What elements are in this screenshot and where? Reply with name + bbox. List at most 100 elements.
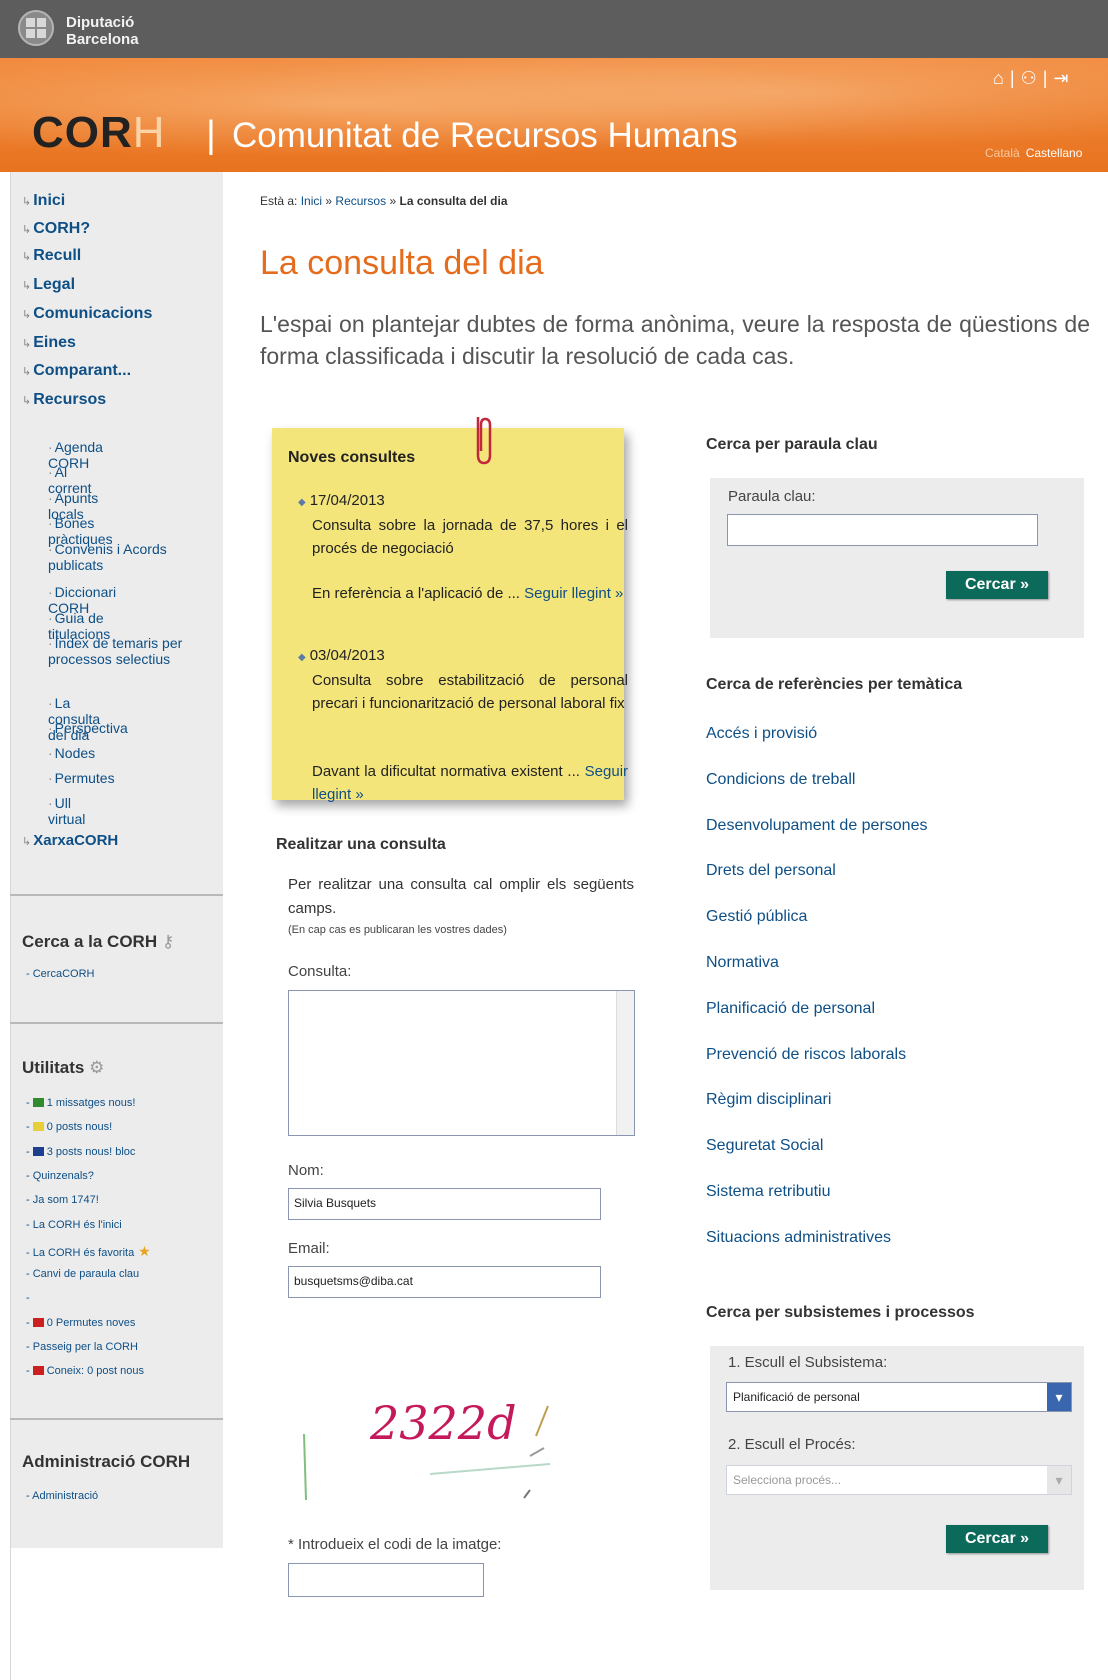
note-entry-title[interactable]: Consulta sobre la jornada de 37,5 hores … — [312, 514, 628, 560]
consulta-textarea[interactable] — [288, 990, 635, 1136]
bullet-icon: · — [48, 584, 53, 600]
process-select[interactable]: Selecciona procés... ▾ — [726, 1465, 1072, 1495]
utility-label: 3 posts nous! bloc — [46, 1146, 136, 1158]
nav-arrow-icon: ↳ — [22, 224, 32, 236]
subnav-nodes[interactable]: · Nodes — [48, 745, 95, 761]
utility-link[interactable]: - Coneix: 0 post nous — [26, 1365, 144, 1377]
bullet-icon: · — [48, 695, 53, 711]
utility-link[interactable]: - Quinzenals? — [26, 1170, 94, 1182]
breadcrumb-sep: » — [325, 194, 333, 208]
subnav-label: Perspectiva — [54, 720, 128, 736]
nav-item-inici[interactable]: ↳ Inici — [22, 192, 65, 210]
theme-link[interactable]: Accés i provisió — [706, 725, 817, 743]
top-bar: Diputació Barcelona — [0, 0, 1108, 58]
utility-link[interactable]: - La CORH és favorita ★ — [26, 1243, 151, 1260]
sitemap-icon[interactable]: ⚇ — [1021, 68, 1037, 88]
subnav-index-temaris[interactable]: · Índex de temaris per processos selectiu… — [48, 635, 208, 667]
utility-link[interactable]: - 0 Permutes noves — [26, 1317, 135, 1329]
nav-arrow-icon: ↳ — [22, 366, 32, 378]
keyword-search-button[interactable]: Cercar » — [946, 571, 1048, 599]
nav-item-comparant[interactable]: ↳ Comparant... — [22, 362, 131, 380]
subsystem-select[interactable]: Planificació de personal ▾ — [726, 1382, 1072, 1412]
utility-link[interactable]: - Passeig per la CORH — [26, 1341, 138, 1353]
nav-item-legal[interactable]: ↳ Legal — [22, 276, 75, 294]
theme-link[interactable]: Desenvolupament de persones — [706, 817, 927, 835]
theme-link[interactable]: Seguretat Social — [706, 1137, 823, 1155]
subnav-perspectiva[interactable]: · Perspectiva — [48, 720, 128, 736]
utility-link: - — [26, 1292, 30, 1304]
nav-item-recursos[interactable]: ↳ Recursos — [22, 391, 106, 409]
subnav-ull-virtual[interactable]: · Ull virtual — [48, 795, 85, 827]
theme-link[interactable]: Condicions de treball — [706, 771, 855, 789]
flag-icon — [32, 1318, 44, 1327]
captcha-input[interactable] — [288, 1563, 484, 1597]
flag-icon — [32, 1122, 44, 1131]
flag-icon — [32, 1147, 44, 1156]
subnav-permutes[interactable]: · Permutes — [48, 770, 115, 786]
nav-arrow-icon: ↳ — [22, 338, 32, 350]
language-switch: Català Castellano — [985, 146, 1082, 160]
theme-link[interactable]: Drets del personal — [706, 862, 836, 880]
nav-item-eines[interactable]: ↳ Eines — [22, 334, 76, 352]
corh-logo[interactable]: CORH — [32, 108, 166, 158]
utility-label: Quinzenals? — [32, 1170, 94, 1182]
nav-arrow-icon: ↳ — [22, 196, 32, 208]
nav-item-comunicacions[interactable]: ↳ Comunicacions — [22, 305, 152, 323]
lang-catala[interactable]: Català — [985, 146, 1020, 160]
theme-link[interactable]: Situacions administratives — [706, 1229, 891, 1247]
home-icon[interactable]: ⌂ — [993, 68, 1004, 88]
theme-link[interactable]: Règim disciplinari — [706, 1091, 831, 1109]
theme-link[interactable]: Planificació de personal — [706, 1000, 875, 1018]
theme-link[interactable]: Prevenció de riscos laborals — [706, 1046, 906, 1064]
theme-link[interactable]: Normativa — [706, 954, 779, 972]
site-banner: CORH | Comunitat de Recursos Humans ⌂ | ⚇ |… — [0, 58, 1108, 172]
page-border — [10, 172, 11, 1680]
subsystem-search-button[interactable]: Cercar » — [946, 1525, 1048, 1553]
utility-link[interactable]: - 0 posts nous! — [26, 1121, 112, 1133]
nav-item-recull[interactable]: ↳ Recull — [22, 247, 81, 265]
org-name[interactable]: Diputació Barcelona — [66, 14, 139, 48]
diputacio-logo[interactable] — [18, 10, 54, 46]
chevron-down-icon[interactable]: ▾ — [1047, 1383, 1071, 1411]
note-entry-excerpt: En referència a l'aplicació de ... Segui… — [312, 582, 628, 605]
bullet-icon: · — [48, 490, 53, 506]
sidebar-divider — [10, 1022, 223, 1024]
nav-item-corh[interactable]: ↳ CORH? — [22, 220, 90, 238]
read-more-link[interactable]: Seguir llegint » — [524, 585, 623, 602]
subnav-label: Ull virtual — [48, 795, 86, 827]
admin-link-label: Administració — [32, 1490, 99, 1502]
theme-link[interactable]: Sistema retributiu — [706, 1183, 831, 1201]
nav-item-xarxacorh[interactable]: ↳ XarxaCORH — [22, 832, 118, 849]
process-placeholder: Selecciona procés... — [733, 1473, 842, 1487]
utility-link[interactable]: - La CORH és l'inici — [26, 1219, 122, 1231]
subnav-convenis[interactable]: · Convenis i Acords publicats — [48, 541, 208, 573]
sidebar-divider — [10, 894, 223, 896]
email-field[interactable]: busquetsms@diba.cat — [288, 1266, 601, 1298]
email-label: Email: — [288, 1240, 330, 1257]
utility-link[interactable]: - 3 posts nous! bloc — [26, 1146, 135, 1158]
subnav-label: Nodes — [54, 745, 96, 761]
breadcrumb-inici[interactable]: Inici — [301, 194, 322, 208]
utility-link[interactable]: - 1 missatges nous! — [26, 1097, 135, 1109]
cercacorh-link[interactable]: - CercaCORH — [26, 968, 94, 980]
star-icon: ★ — [134, 1243, 151, 1259]
theme-link[interactable]: Gestió pública — [706, 908, 807, 926]
breadcrumb-recursos[interactable]: Recursos — [335, 194, 386, 208]
subnav-label: Convenis i Acords publicats — [48, 541, 167, 573]
admin-link[interactable]: - Administració — [26, 1490, 98, 1502]
chevron-down-icon[interactable]: ▾ — [1047, 1466, 1071, 1494]
nav-label: Legal — [33, 276, 76, 293]
utility-link[interactable]: - Canvi de paraula clau — [26, 1268, 139, 1280]
utility-link[interactable]: - Ja som 1747! — [26, 1194, 99, 1206]
logout-icon[interactable]: ⇥ — [1053, 68, 1068, 88]
textarea-scrollbar[interactable] — [616, 991, 634, 1135]
page-intro: L'espai on plantejar dubtes de forma anò… — [260, 311, 1090, 369]
keyword-input[interactable] — [727, 514, 1038, 546]
subsystem-value: Planificació de personal — [733, 1390, 860, 1404]
key-icon: ⚷ — [161, 932, 175, 951]
brand-cor: COR — [32, 108, 133, 157]
nom-field[interactable]: Silvia Busquets — [288, 1188, 601, 1220]
note-entry-title[interactable]: Consulta sobre estabilització de persona… — [312, 669, 628, 715]
lang-castellano[interactable]: Castellano — [1026, 146, 1083, 160]
utilitats-title: Utilitats ⚙ — [22, 1058, 104, 1078]
